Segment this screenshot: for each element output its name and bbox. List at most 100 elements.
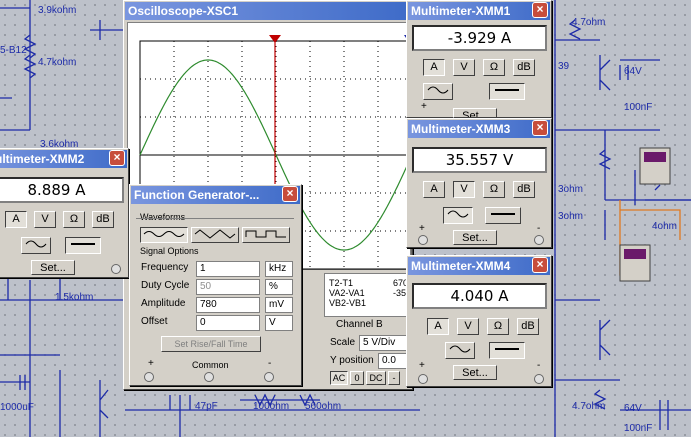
component-label: 64V: [624, 403, 642, 414]
signal-option-unit[interactable]: kHz: [265, 261, 293, 277]
xmm1-plus-label: +: [421, 101, 427, 112]
signal-option-label: Duty Cycle: [141, 280, 190, 291]
signal-option-field[interactable]: 50: [196, 279, 260, 295]
cursor-1-marker[interactable]: [269, 35, 281, 43]
component-label: 5-B12: [0, 45, 27, 56]
xmm3-minus-terminal[interactable]: [534, 235, 544, 245]
xmm2-db-button[interactable]: dB: [92, 211, 114, 228]
xmm2-voltmeter-button[interactable]: V: [34, 211, 56, 228]
xmm3-minus-label: -: [537, 223, 541, 234]
xmm4-title: Multimeter-XMM4: [411, 259, 511, 273]
component-label: 100ohm: [253, 401, 290, 412]
y-position-field[interactable]: 0.0: [378, 353, 408, 369]
xmm1-ammeter-button[interactable]: A: [423, 59, 445, 76]
component-label: 4.7kohm: [38, 57, 77, 68]
signal-option-field[interactable]: 0: [196, 315, 260, 331]
signal-option-label: Offset: [141, 316, 168, 327]
fg-minus-label: -: [268, 358, 272, 369]
oscilloscope-titlebar[interactable]: Oscilloscope-XSC1: [125, 2, 411, 20]
component-label: 560ohm: [305, 401, 342, 412]
signal-option-field[interactable]: 780: [196, 297, 260, 313]
xmm2-set-button[interactable]: Set...: [31, 260, 75, 275]
xmm3-ac-button[interactable]: [443, 207, 473, 224]
xmm1-close-button[interactable]: ×: [532, 2, 548, 18]
signal-option-unit[interactable]: mV: [265, 297, 293, 313]
rise-fall-time-button[interactable]: Set Rise/Fall Time: [161, 336, 261, 352]
xmm3-close-button[interactable]: ×: [532, 120, 548, 136]
xmm4-db-button[interactable]: dB: [517, 318, 539, 335]
xmm4-close-button[interactable]: ×: [532, 257, 548, 273]
xmm4-ammeter-button[interactable]: A: [427, 318, 449, 335]
signal-option-unit[interactable]: V: [265, 315, 293, 331]
xmm2-ohmmeter-button[interactable]: Ω: [63, 211, 85, 228]
xmm1-set-button[interactable]: Set...: [453, 108, 497, 118]
signal-option-field[interactable]: 1: [196, 261, 260, 277]
component-label: 4ohm: [652, 221, 678, 232]
component-label: 1.5kohm: [55, 292, 94, 303]
xmm3-set-button[interactable]: Set...: [453, 230, 497, 245]
xmm2-title: Multimeter-XMM2: [0, 152, 85, 166]
xmm3-ammeter-button[interactable]: A: [423, 181, 445, 198]
triangle-wave-button[interactable]: [191, 227, 239, 243]
xmm1-ohmmeter-button[interactable]: Ω: [483, 59, 505, 76]
fg-common-terminal[interactable]: [204, 372, 214, 382]
coupling-dc-button[interactable]: DC: [366, 371, 386, 385]
xmm2-minus-terminal[interactable]: [111, 264, 121, 274]
coupling-minus-button[interactable]: -: [388, 371, 400, 385]
xmm3-dc-button[interactable]: [485, 207, 521, 224]
xmm3-db-button[interactable]: dB: [513, 181, 535, 198]
sine-wave-button[interactable]: [140, 227, 188, 243]
xmm4-minus-label: -: [537, 360, 541, 371]
dc-line-icon: [495, 89, 519, 91]
channel-b-label: Channel B: [336, 319, 383, 330]
coupling-ac-button[interactable]: AC: [330, 371, 348, 385]
fg-titlebar[interactable]: Function Generator-...: [131, 186, 300, 204]
xmm2-close-button[interactable]: ×: [109, 150, 125, 166]
xmm2-dc-button[interactable]: [65, 237, 101, 254]
xmm3-title: Multimeter-XMM3: [411, 122, 511, 136]
xmm3-voltmeter-button[interactable]: V: [453, 181, 475, 198]
multimeter-xmm3-window[interactable]: Multimeter-XMM3 × 35.557 V A V Ω dB + Se…: [406, 118, 552, 248]
xmm1-ac-button[interactable]: [423, 83, 453, 100]
xmm4-dc-button[interactable]: [489, 342, 525, 359]
xmm4-voltmeter-button[interactable]: V: [457, 318, 479, 335]
xmm3-plus-terminal[interactable]: [418, 235, 428, 245]
coupling-zero-button[interactable]: 0: [350, 371, 364, 385]
fg-title: Function Generator-...: [134, 188, 260, 202]
xmm3-ohmmeter-button[interactable]: Ω: [483, 181, 505, 198]
xmm4-minus-terminal[interactable]: [534, 374, 544, 384]
function-generator-window[interactable]: Function Generator-... × Waveforms Signa…: [129, 184, 302, 386]
signal-options-label: Signal Options: [140, 246, 199, 256]
xmm1-db-button[interactable]: dB: [513, 59, 535, 76]
multimeter-xmm4-window[interactable]: Multimeter-XMM4 × 4.040 A A V Ω dB + Set…: [406, 255, 552, 387]
xmm2-titlebar[interactable]: Multimeter-XMM2: [0, 150, 127, 168]
fg-close-button[interactable]: ×: [282, 186, 298, 202]
va-label: VA2-VA1: [329, 288, 365, 298]
fg-plus-terminal[interactable]: [144, 372, 154, 382]
multimeter-xmm1-window[interactable]: Multimeter-XMM1 × -3.929 A A V Ω dB + Se…: [406, 0, 552, 118]
xmm1-titlebar[interactable]: Multimeter-XMM1: [408, 2, 550, 20]
component-label: 100nF: [624, 423, 653, 434]
xmm4-ac-button[interactable]: [445, 342, 475, 359]
signal-option-unit[interactable]: %: [265, 279, 293, 295]
component-label: 64V: [624, 66, 642, 77]
multimeter-xmm2-window[interactable]: Multimeter-XMM2 × 8.889 A A V Ω dB Set..…: [0, 148, 129, 278]
xmm2-ammeter-button[interactable]: A: [5, 211, 27, 228]
square-wave-button[interactable]: [242, 227, 290, 243]
xmm4-ohmmeter-button[interactable]: Ω: [487, 318, 509, 335]
xmm4-set-button[interactable]: Set...: [453, 365, 497, 380]
xmm1-voltmeter-button[interactable]: V: [453, 59, 475, 76]
xmm4-plus-terminal[interactable]: [418, 374, 428, 384]
oscilloscope-readout: T2-T1 VA2-VA1 VB2-VB1 670 -35: [324, 273, 412, 317]
dc-line-icon: [491, 213, 515, 215]
component-label: 4.7ohm: [572, 401, 606, 412]
xmm1-reading: -3.929 A: [412, 25, 547, 51]
xmm1-dc-button[interactable]: [489, 83, 525, 100]
square-wave-icon: [245, 230, 286, 238]
fg-minus-terminal[interactable]: [264, 372, 274, 382]
xmm2-ac-button[interactable]: [21, 237, 51, 254]
scale-field[interactable]: 5 V/Div: [359, 335, 407, 351]
component-label: 47pF: [195, 401, 218, 412]
xmm3-titlebar[interactable]: Multimeter-XMM3: [408, 120, 550, 138]
xmm4-titlebar[interactable]: Multimeter-XMM4: [408, 257, 550, 275]
